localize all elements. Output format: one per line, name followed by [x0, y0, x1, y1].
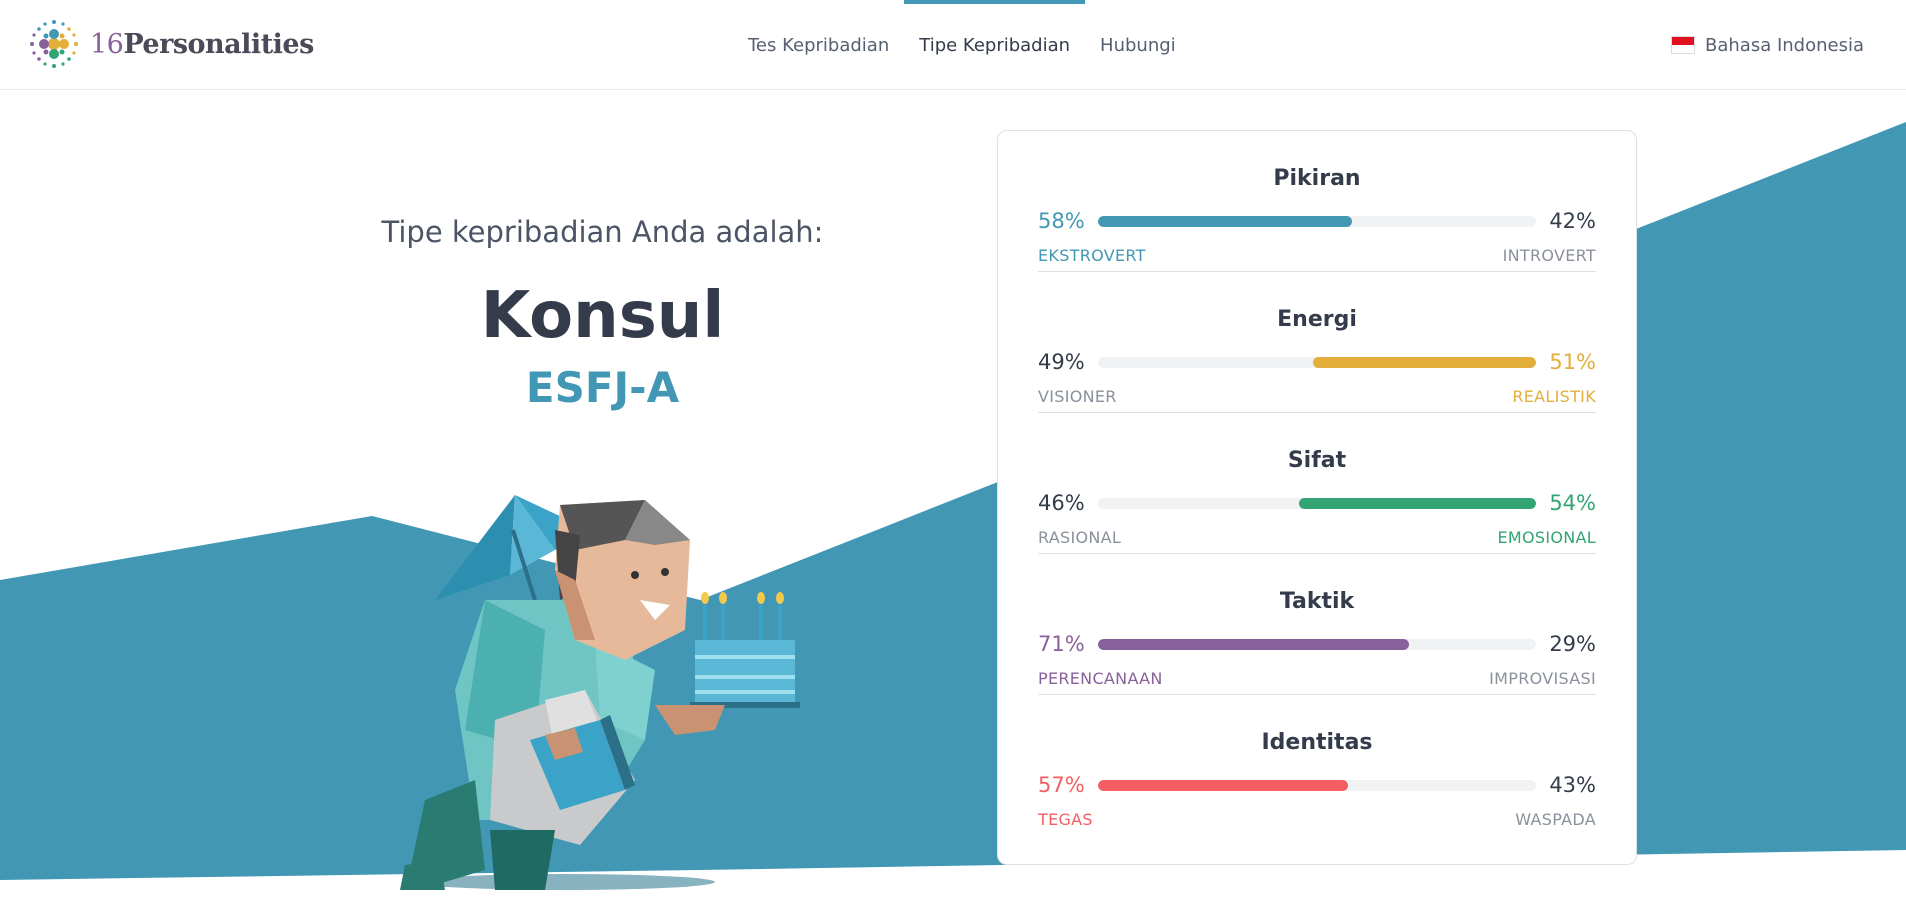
trait-left-label: EKSTROVERT — [1038, 246, 1146, 265]
trait-labels: VISIONER REALISTIK — [1038, 387, 1596, 406]
personality-type-code: ESFJ-A — [525, 363, 680, 412]
trait-bar — [1098, 356, 1536, 368]
trait-title: Identitas — [1261, 730, 1373, 755]
trait-title: Pikiran — [1273, 166, 1361, 191]
trait-bar-fill — [1098, 779, 1348, 791]
trait-left-label: PERENCANAAN — [1038, 669, 1163, 688]
trait-bar — [1098, 779, 1536, 791]
hero-subtitle: Tipe kepribadian Anda adalah: — [381, 215, 824, 249]
trait-right-percent: 51% — [1549, 350, 1596, 374]
trait-left-percent: 46% — [1038, 491, 1085, 515]
language-selector[interactable]: Bahasa Indonesia — [1671, 0, 1864, 90]
logo[interactable]: 16Personalities — [26, 16, 314, 72]
nav-item-hubungi[interactable]: Hubungi — [1085, 0, 1191, 90]
trait-right-label: WASPADA — [1515, 810, 1596, 829]
trait-right-percent: 54% — [1549, 491, 1596, 515]
trait-sifat: Sifat 46% 54% RASIONAL EMOSIONAL — [1038, 413, 1596, 554]
trait-bar-row: 58% 42% — [1038, 207, 1596, 235]
trait-pikiran: Pikiran 58% 42% EKSTROVERT INTROVERT — [1038, 131, 1596, 272]
trait-labels: PERENCANAAN IMPROVISASI — [1038, 669, 1596, 688]
nav-item-tes-kepribadian[interactable]: Tes Kepribadian — [733, 0, 904, 90]
trait-right-label: REALISTIK — [1512, 387, 1596, 406]
trait-bar-row: 57% 43% — [1038, 771, 1596, 799]
trait-title: Taktik — [1279, 589, 1355, 614]
trait-bar-fill — [1299, 497, 1536, 509]
trait-energi: Energi 49% 51% VISIONER REALISTIK — [1038, 272, 1596, 413]
logo-text: 16Personalities — [90, 29, 314, 60]
nav-item-tipe-kepribadian[interactable]: Tipe Kepribadian — [904, 0, 1085, 90]
trait-bar-row: 71% 29% — [1038, 630, 1596, 658]
trait-taktik: Taktik 71% 29% PERENCANAAN IMPROVISASI — [1038, 554, 1596, 695]
trait-left-percent: 49% — [1038, 350, 1085, 374]
trait-bar-fill — [1098, 215, 1353, 227]
hero-section: Tipe kepribadian Anda adalah: Konsul ESF… — [330, 215, 875, 412]
indonesia-flag-icon — [1671, 36, 1695, 54]
trait-results-card: Pikiran 58% 42% EKSTROVERT INTROVERT Ene… — [997, 130, 1637, 865]
trait-title: Sifat — [1287, 448, 1347, 473]
site-header: 16Personalities Tes Kepribadian Tipe Kep… — [0, 0, 1906, 90]
trait-left-label: TEGAS — [1038, 810, 1093, 829]
trait-right-label: INTROVERT — [1502, 246, 1596, 265]
trait-bar — [1098, 215, 1536, 227]
logo-word: Personalities — [123, 28, 314, 60]
trait-right-percent: 43% — [1549, 773, 1596, 797]
trait-right-percent: 42% — [1549, 209, 1596, 233]
consul-character-illustration — [400, 495, 800, 890]
logo-icon — [30, 20, 78, 68]
trait-left-label: VISIONER — [1038, 387, 1117, 406]
trait-title: Energi — [1277, 307, 1357, 332]
trait-bar-fill — [1098, 638, 1409, 650]
logo-number: 16 — [90, 28, 124, 60]
trait-right-label: IMPROVISASI — [1489, 669, 1596, 688]
language-label: Bahasa Indonesia — [1705, 34, 1864, 56]
trait-labels: EKSTROVERT INTROVERT — [1038, 246, 1596, 265]
trait-right-percent: 29% — [1549, 632, 1596, 656]
trait-left-percent: 57% — [1038, 773, 1085, 797]
trait-bar-fill — [1312, 356, 1536, 368]
trait-bar-row: 49% 51% — [1038, 348, 1596, 376]
trait-left-percent: 58% — [1038, 209, 1085, 233]
trait-bar — [1098, 638, 1536, 650]
trait-right-label: EMOSIONAL — [1497, 528, 1596, 547]
trait-bar-row: 46% 54% — [1038, 489, 1596, 517]
personality-type-name: Konsul — [480, 279, 725, 353]
trait-bar — [1098, 497, 1536, 509]
trait-left-percent: 71% — [1038, 632, 1085, 656]
main-nav: Tes Kepribadian Tipe Kepribadian Hubungi — [733, 0, 1191, 90]
trait-labels: TEGAS WASPADA — [1038, 810, 1596, 829]
trait-identitas: Identitas 57% 43% TEGAS WASPADA — [1038, 695, 1596, 836]
trait-left-label: RASIONAL — [1038, 528, 1122, 547]
trait-labels: RASIONAL EMOSIONAL — [1038, 528, 1596, 547]
